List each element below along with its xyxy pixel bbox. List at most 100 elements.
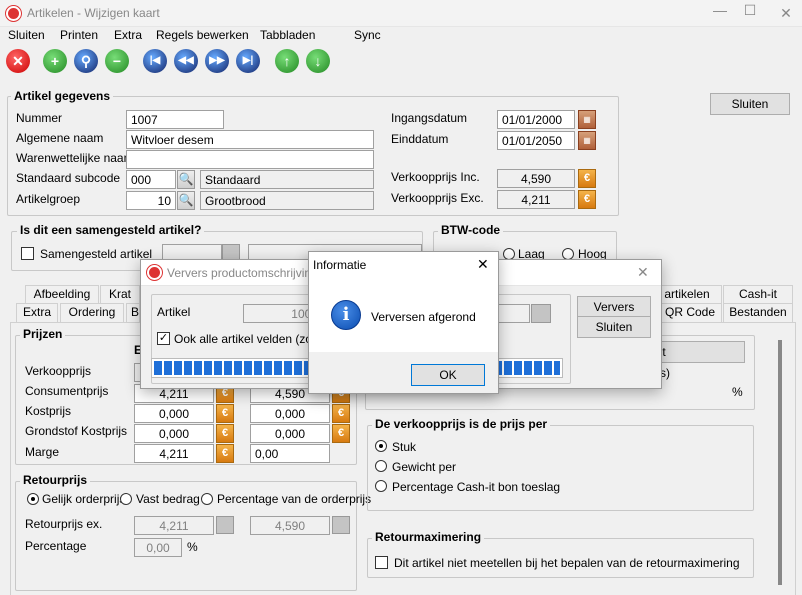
menu-printen[interactable]: Printen: [60, 28, 98, 42]
einddatum-label: Einddatum: [391, 132, 449, 146]
retourprijs-ex-label: Retourprijs ex.: [25, 517, 103, 531]
tab-cash-it[interactable]: Cash-it: [723, 285, 793, 304]
retourmax-checkbox[interactable]: [375, 556, 388, 569]
close-icon[interactable]: ✕: [6, 49, 30, 73]
ververs-sluiten-button[interactable]: Sluiten: [577, 316, 651, 338]
app-logo-icon: [6, 6, 21, 21]
marge-ex-field: 4,211: [134, 444, 214, 463]
nummer-field[interactable]: 1007: [126, 110, 224, 129]
ververs-dialog-title: Ververs productomschrijvin: [167, 266, 312, 280]
grondstof-inc-euro-icon[interactable]: €: [332, 424, 350, 443]
first-icon[interactable]: |◀: [143, 49, 167, 73]
add-icon[interactable]: +: [43, 49, 67, 73]
grondstof-kostprijs-label: Grondstof Kostprijs: [25, 424, 128, 438]
tab-afbeelding[interactable]: Afbeelding: [25, 285, 99, 304]
vkp-per-gewicht-radio[interactable]: [375, 460, 387, 472]
ververs-checkbox[interactable]: ✓: [157, 332, 170, 345]
artikelgroep-search-icon[interactable]: 🔍: [177, 191, 195, 210]
kostprijs-inc-euro-icon[interactable]: €: [332, 404, 350, 423]
maximize-button[interactable]: ☐: [736, 1, 764, 19]
subcode-label: Standaard subcode: [16, 171, 121, 185]
retour-percentage-label: Percentage van de orderprijs: [217, 492, 372, 506]
artikelgroep-field[interactable]: 10: [126, 191, 176, 210]
ingangsdatum-field[interactable]: 01/01/2000: [497, 110, 575, 129]
next-icon[interactable]: ▶▶: [205, 49, 229, 73]
menu-sync[interactable]: Sync: [354, 28, 381, 42]
nummer-label: Nummer: [16, 111, 63, 125]
samengesteld-title: Is dit een samengesteld artikel?: [17, 223, 205, 237]
vkp-exc-field: 4,211: [497, 190, 575, 209]
vkp-per-cashit-radio[interactable]: [375, 480, 387, 492]
kostprijs-ex-field[interactable]: 0,000: [134, 404, 214, 423]
ververs-button[interactable]: Ververs: [577, 296, 651, 318]
warenwet-label: Warenwettelijke naam: [16, 151, 134, 165]
retourprijs-ex-button[interactable]: [216, 516, 234, 534]
retourprijs-inc-field: 4,590: [250, 516, 330, 535]
ververs-close-icon[interactable]: ✕: [637, 264, 649, 281]
retourprijs-title: Retourprijs: [20, 473, 91, 487]
einddatum-calendar-icon[interactable]: ▦: [578, 131, 596, 150]
tab-b[interactable]: B: [126, 303, 140, 322]
consumentprijs-label: Consumentprijs: [25, 384, 109, 398]
kostprijs-ex-euro-icon[interactable]: €: [216, 404, 234, 423]
title-bar: Artikelen - Wijzigen kaart — ☐ ✕: [0, 0, 802, 27]
grondstof-ex-field[interactable]: 0,000: [134, 424, 214, 443]
retourprijs-inc-button[interactable]: [332, 516, 350, 534]
menu-regels-bewerken[interactable]: Regels bewerken: [156, 28, 249, 42]
retour-gelijk-radio[interactable]: [27, 493, 39, 505]
info-ok-button[interactable]: OK: [411, 364, 485, 386]
minimize-button[interactable]: —: [706, 1, 734, 19]
right-scrollbar[interactable]: [778, 340, 782, 585]
previous-icon[interactable]: ◀◀: [174, 49, 198, 73]
search-icon[interactable]: ⚲: [74, 49, 98, 73]
vkp-exc-label: Verkoopprijs Exc.: [391, 191, 484, 205]
right-panel-pct: %: [732, 385, 743, 399]
ververs-logo-icon: [147, 265, 162, 280]
tab-krat[interactable]: Krat: [100, 285, 140, 304]
sluiten-button[interactable]: Sluiten: [710, 93, 790, 115]
info-message: Verversen afgerond: [371, 310, 476, 324]
verkoopprijs-label: Verkoopprijs: [25, 364, 92, 378]
remove-icon[interactable]: −: [105, 49, 129, 73]
up-icon[interactable]: ↑: [275, 49, 299, 73]
ingangsdatum-calendar-icon[interactable]: ▦: [578, 110, 596, 129]
algemene-naam-label: Algemene naam: [16, 131, 104, 145]
ververs-checkbox-label: Ook alle artikel velden (zoals: [174, 332, 328, 346]
retour-percentage-radio[interactable]: [201, 493, 213, 505]
vkp-per-gewicht-label: Gewicht per: [392, 460, 457, 474]
marge-pct-field: 0,00: [250, 444, 330, 463]
info-close-icon[interactable]: ✕: [477, 256, 489, 273]
subcode-field[interactable]: 000: [126, 170, 176, 189]
vkp-inc-euro-icon[interactable]: €: [578, 169, 596, 188]
verkoopprijs-per-title: De verkoopprijs is de prijs per: [372, 417, 551, 431]
last-icon[interactable]: ▶|: [236, 49, 260, 73]
algemene-naam-field[interactable]: Witvloer desem: [126, 130, 374, 149]
tab-ordering[interactable]: Ordering: [60, 303, 124, 322]
tab-artikelen[interactable]: artikelen: [652, 285, 722, 304]
tab-bestanden[interactable]: Bestanden: [723, 303, 793, 322]
vkp-exc-euro-icon[interactable]: €: [578, 190, 596, 209]
tab-qr-code[interactable]: QR Code: [658, 303, 722, 322]
ingangsdatum-label: Ingangsdatum: [391, 111, 468, 125]
vkp-per-stuk-radio[interactable]: [375, 440, 387, 452]
grondstof-inc-field[interactable]: 0,000: [250, 424, 330, 443]
retour-vast-radio[interactable]: [120, 493, 132, 505]
warenwet-field[interactable]: [126, 150, 374, 169]
marge-euro-icon[interactable]: €: [216, 444, 234, 463]
menu-extra[interactable]: Extra: [114, 28, 142, 42]
close-window-button[interactable]: ✕: [772, 4, 800, 22]
tab-extra[interactable]: Extra: [16, 303, 58, 322]
down-icon[interactable]: ↓: [306, 49, 330, 73]
retour-gelijk-label: Gelijk orderprijs: [42, 492, 126, 506]
menu-tabbladen[interactable]: Tabbladen: [260, 28, 315, 42]
grondstof-ex-euro-icon[interactable]: €: [216, 424, 234, 443]
samengesteld-label: Samengesteld artikel: [40, 247, 153, 261]
info-dialog-titlebar: Informatie ✕: [309, 252, 498, 278]
marge-label: Marge: [25, 445, 60, 459]
einddatum-field[interactable]: 01/01/2050: [497, 131, 575, 150]
ververs-field-button[interactable]: [531, 304, 551, 323]
samengesteld-checkbox[interactable]: [21, 247, 34, 260]
menu-sluiten[interactable]: Sluiten: [8, 28, 45, 42]
subcode-search-icon[interactable]: 🔍: [177, 170, 195, 189]
kostprijs-inc-field[interactable]: 0,000: [250, 404, 330, 423]
